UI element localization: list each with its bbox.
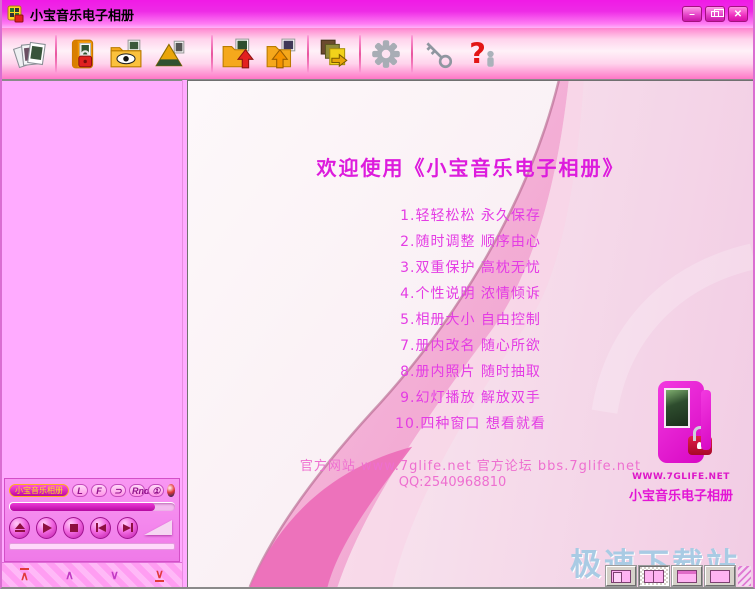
volume-control[interactable] — [144, 520, 172, 535]
toolbar-separator — [359, 35, 361, 73]
previous-icon — [96, 523, 106, 532]
resize-grip[interactable] — [738, 566, 751, 586]
player-secondary-bar[interactable] — [9, 543, 175, 550]
toolbar: ? — [2, 28, 753, 80]
go-top-button[interactable]: ∧ — [2, 563, 47, 587]
restore-button[interactable] — [705, 6, 725, 22]
toolbar-separator — [211, 35, 213, 73]
album-tree[interactable] — [2, 80, 182, 478]
window-layout-4-icon — [710, 570, 730, 583]
folder-orange-up-arrow-icon — [265, 37, 299, 71]
toolbar-separator — [307, 35, 309, 73]
logo-photo — [664, 388, 690, 428]
album-security-button[interactable] — [60, 31, 104, 77]
top-arrow-icon: ∧ — [20, 568, 29, 582]
folder-red-up-arrow-icon — [221, 37, 255, 71]
toolbar-separator — [55, 35, 57, 73]
eject-button[interactable] — [9, 517, 30, 539]
mode-button-one[interactable]: ① — [148, 484, 164, 497]
folders-right-arrow-icon — [317, 37, 351, 71]
help-button[interactable]: ? — [460, 31, 504, 77]
window-mode-3-button[interactable] — [672, 566, 702, 586]
music-player: 小宝音乐相册 L F ⊃ Rnd ① — [4, 478, 180, 562]
brand-logo: WWW.7GLIFE.NET 小宝音乐电子相册 — [625, 381, 737, 504]
restore-icon — [711, 11, 719, 17]
settings-button[interactable] — [364, 31, 408, 77]
pyramid-photo-icon — [153, 37, 187, 71]
window-layout-2-icon — [644, 570, 664, 583]
player-controls-row — [9, 516, 175, 539]
make-show-button[interactable] — [148, 31, 192, 77]
mode-button-f[interactable]: F — [91, 484, 107, 497]
down-arrow-icon: ∨ — [110, 569, 119, 581]
left-panel: 小宝音乐相册 L F ⊃ Rnd ① — [2, 80, 182, 587]
window-mode-buttons — [606, 566, 751, 586]
player-mode-row: 小宝音乐相册 L F ⊃ Rnd ① — [9, 483, 175, 498]
mode-button-repeat[interactable]: ⊃ — [110, 484, 126, 497]
feature-item: 7.册内改名 随心所欲 — [188, 333, 753, 359]
mode-button-random[interactable]: Rnd — [129, 484, 145, 497]
album-lock-icon — [65, 37, 99, 71]
window-layout-3-icon — [677, 570, 697, 583]
minimize-button[interactable]: – — [682, 6, 702, 22]
svg-text:?: ? — [469, 37, 486, 71]
window-title: 小宝音乐电子相册 — [30, 5, 134, 24]
album-navigator: ∧ ∧ ∨ ∨ — [2, 562, 182, 587]
welcome-panel: 欢迎使用《小宝音乐电子相册》 1.轻轻松松 永久保存 2.随时调整 顺序由心 3… — [187, 80, 753, 587]
app-icon — [7, 5, 25, 23]
close-button[interactable]: ✕ — [728, 6, 748, 22]
eject-icon — [15, 523, 25, 532]
window-mode-4-button[interactable] — [705, 566, 735, 586]
mode-button-l[interactable]: L — [72, 484, 88, 497]
go-down-button[interactable]: ∨ — [92, 563, 137, 587]
register-button[interactable] — [416, 31, 460, 77]
toolbar-separator — [411, 35, 413, 73]
go-bottom-button[interactable]: ∨ — [137, 563, 182, 587]
next-icon — [123, 523, 133, 532]
player-progress-fill — [10, 503, 155, 511]
folder-eye-icon — [109, 37, 143, 71]
view-album-button[interactable] — [104, 31, 148, 77]
sphere-icon-button[interactable] — [167, 484, 175, 497]
gear-icon — [369, 37, 403, 71]
up-arrow-icon: ∧ — [65, 569, 74, 581]
move-album-button[interactable] — [312, 31, 356, 77]
export-photos-button[interactable] — [260, 31, 304, 77]
play-icon — [43, 523, 52, 533]
feature-item: 1.轻轻松松 永久保存 — [188, 203, 753, 229]
logo-name-text: 小宝音乐电子相册 — [625, 485, 737, 504]
go-up-button[interactable]: ∧ — [47, 563, 92, 587]
photo-stack-icon — [13, 37, 47, 71]
bottom-arrow-icon: ∨ — [155, 568, 164, 582]
window-controls: – ✕ — [682, 6, 748, 22]
new-album-button[interactable] — [8, 31, 52, 77]
play-button[interactable] — [36, 517, 57, 539]
album-logo-graphic — [658, 381, 704, 463]
player-badge: 小宝音乐相册 — [9, 484, 69, 497]
titlebar[interactable]: 小宝音乐电子相册 – ✕ — [2, 0, 753, 28]
stop-button[interactable] — [63, 517, 84, 539]
player-progress-track[interactable] — [9, 502, 175, 511]
feature-item: 3.双重保护 高枕无忧 — [188, 255, 753, 281]
question-mark-icon: ? — [465, 37, 499, 71]
feature-item: 2.随时调整 顺序由心 — [188, 229, 753, 255]
feature-item: 5.相册大小 自由控制 — [188, 307, 753, 333]
import-photos-button[interactable] — [216, 31, 260, 77]
window-mode-2-button[interactable] — [639, 566, 669, 586]
key-icon — [421, 37, 455, 71]
previous-track-button[interactable] — [90, 517, 111, 539]
stop-icon — [70, 524, 78, 532]
welcome-title: 欢迎使用《小宝音乐电子相册》 — [188, 152, 753, 181]
app-window: 小宝音乐电子相册 – ✕ — [0, 0, 755, 589]
next-track-button[interactable] — [117, 517, 138, 539]
content-area: 小宝音乐相册 L F ⊃ Rnd ① — [2, 80, 753, 587]
volume-wedge-icon — [144, 520, 172, 535]
feature-item: 4.个性说明 浓情倾诉 — [188, 281, 753, 307]
logo-lock-icon — [688, 436, 712, 455]
window-layout-1-icon — [611, 570, 631, 583]
logo-url-text: WWW.7GLIFE.NET — [625, 472, 737, 482]
window-mode-1-button[interactable] — [606, 566, 636, 586]
